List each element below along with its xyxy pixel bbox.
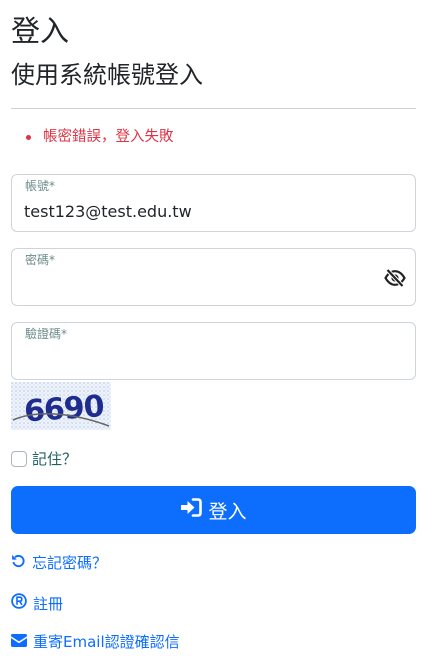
login-button[interactable]: 登入 — [11, 486, 416, 534]
eye-slash-icon[interactable] — [384, 268, 406, 288]
resend-email-link[interactable]: 重寄Email認證確認信 — [11, 632, 180, 652]
password-label: 密碼* — [25, 253, 56, 267]
remember-label: 記住？ — [32, 450, 78, 468]
undo-icon — [11, 553, 32, 573]
login-button-label: 登入 — [208, 500, 247, 523]
captcha-field[interactable]: 驗證碼* — [11, 322, 416, 380]
error-list: 帳密錯誤，登入失敗 — [11, 126, 174, 148]
captcha-input[interactable] — [24, 347, 384, 373]
account-field[interactable]: 帳號* — [11, 174, 416, 232]
divider — [11, 108, 416, 109]
password-input[interactable] — [24, 273, 384, 299]
page-title: 登入 — [11, 14, 70, 48]
register-link[interactable]: 註冊 — [11, 593, 63, 614]
registered-icon — [11, 593, 33, 614]
captcha-label: 驗證碼* — [25, 327, 68, 341]
login-page: 登入 使用系統帳號登入 帳密錯誤，登入失敗 帳號* 密碼* 驗證碼* — [0, 0, 434, 669]
account-label: 帳號* — [25, 179, 56, 193]
forgot-password-label: 忘記密碼？ — [32, 554, 108, 572]
sign-in-icon — [180, 498, 208, 522]
remember-checkbox[interactable] — [11, 451, 27, 467]
error-message: 帳密錯誤，登入失敗 — [11, 126, 174, 148]
captcha-text: 6690 — [23, 389, 105, 429]
resend-email-label: 重寄Email認證確認信 — [33, 633, 180, 651]
register-label: 註冊 — [33, 594, 64, 613]
password-field[interactable]: 密碼* — [11, 248, 416, 306]
page-subtitle: 使用系統帳號登入 — [11, 61, 203, 89]
captcha-image[interactable]: 6690 — [11, 382, 111, 430]
envelope-icon — [11, 632, 33, 652]
forgot-password-link[interactable]: 忘記密碼？ — [11, 553, 107, 573]
account-input[interactable] — [24, 199, 384, 225]
remember-me[interactable]: 記住？ — [11, 449, 77, 469]
